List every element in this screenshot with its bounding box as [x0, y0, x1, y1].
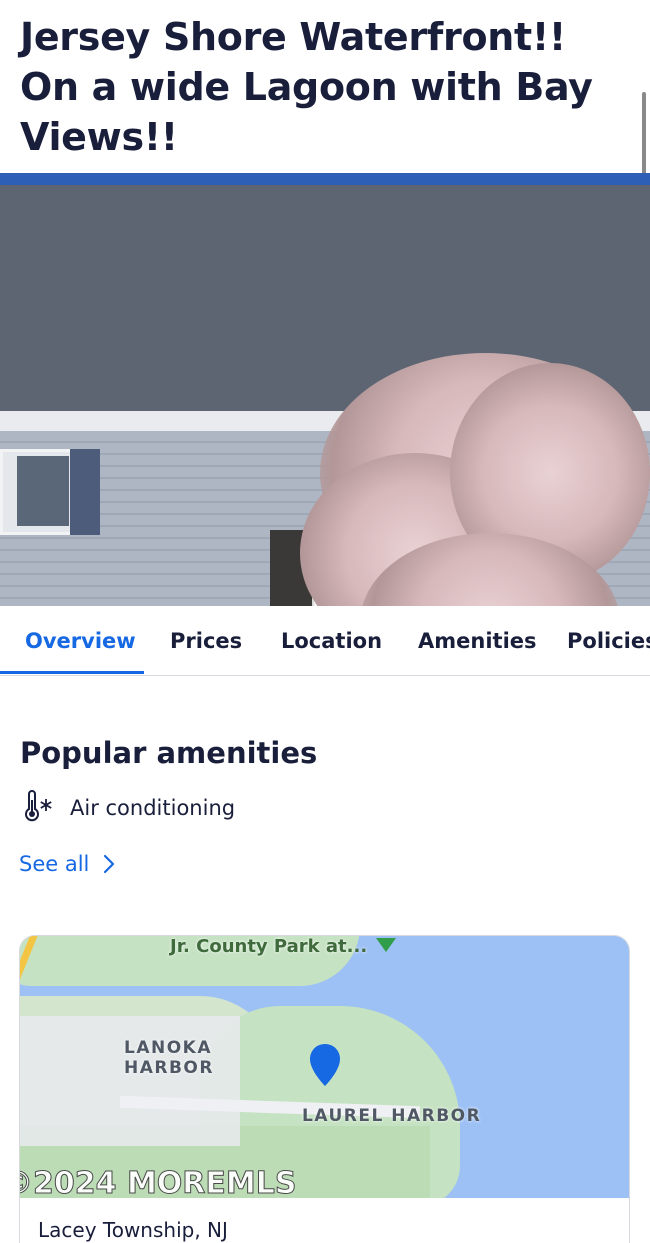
tab-overview[interactable]: Overview: [25, 606, 136, 676]
map-address: Lacey Township, NJ: [38, 1218, 228, 1242]
page-scrollbar[interactable]: [642, 92, 646, 177]
amenity-label: Air conditioning: [70, 796, 236, 820]
tab-location[interactable]: Location: [281, 606, 382, 676]
map-label-laurel-harbor: LAUREL HARBOR: [302, 1106, 482, 1126]
tab-policies[interactable]: Policies: [567, 606, 650, 676]
photo-sky: [0, 173, 650, 185]
chevron-right-icon: [104, 854, 115, 874]
active-tab-indicator: [0, 671, 144, 674]
listing-photo-gallery[interactable]: 28: [0, 173, 650, 606]
listing-title: Jersey Shore Waterfront!! On a wide Lago…: [20, 15, 593, 159]
location-map[interactable]: Jr. County Park at... LANOKA HARBOR LAUR…: [20, 936, 629, 1199]
map-watermark: ©2024 MOREMLS: [20, 1166, 297, 1199]
amenity-item: Air conditioning: [20, 790, 235, 826]
location-pin-icon: [310, 1044, 340, 1086]
see-all-label: See all: [19, 852, 90, 876]
location-map-card[interactable]: Jr. County Park at... LANOKA HARBOR LAUR…: [19, 935, 630, 1243]
map-town-grid: [20, 1016, 240, 1146]
map-label-lanoka-harbor: LANOKA HARBOR: [124, 1038, 214, 1078]
tab-amenities[interactable]: Amenities: [418, 606, 537, 676]
photo-shutter: [70, 449, 100, 535]
map-park-label: Jr. County Park at...: [170, 936, 368, 957]
popular-amenities-heading: Popular amenities: [20, 736, 318, 770]
see-all-amenities-link[interactable]: See all: [19, 846, 117, 882]
section-tabs: Overview Prices Location Amenities Polic…: [0, 606, 650, 676]
park-marker-icon: [376, 938, 396, 952]
thermometer-snowflake-icon: [25, 790, 52, 822]
tab-prices[interactable]: Prices: [170, 606, 242, 676]
